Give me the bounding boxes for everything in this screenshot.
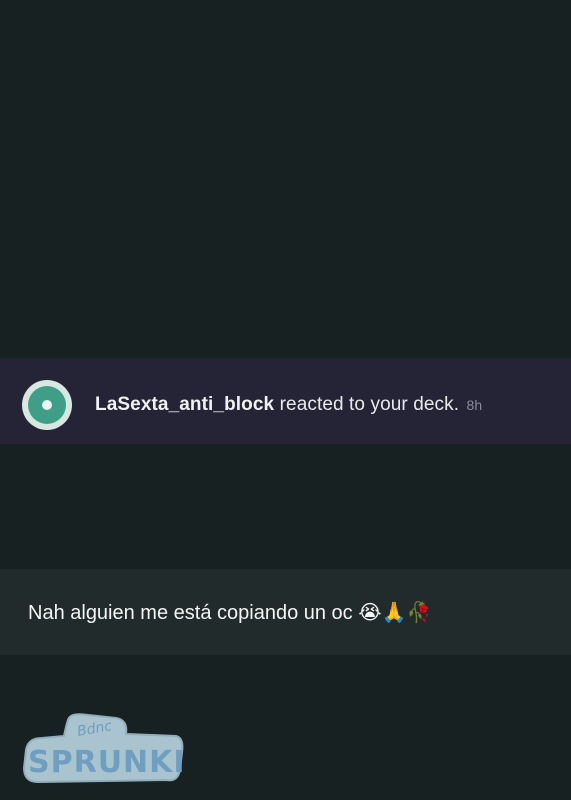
caption-text: Nah alguien me está copiando un oc 😭🙏🥀 <box>28 602 432 624</box>
avatar-dot <box>42 400 52 410</box>
sprunki-sticker-graphic: Bdnc SPRUNKI <box>22 713 186 784</box>
sprunki-sticker: Bdnc SPRUNKI <box>18 712 186 790</box>
notification-text: LaSexta_anti_block reacted to your deck.… <box>95 394 482 416</box>
avatar-ring <box>28 386 66 424</box>
notification-message: reacted to your deck. <box>274 394 460 415</box>
user-avatar[interactable] <box>22 380 72 430</box>
notification-row[interactable]: LaSexta_anti_block reacted to your deck.… <box>0 358 571 444</box>
sticker-big-text: SPRUNKI <box>28 745 186 780</box>
notification-time: 8h <box>466 397 483 413</box>
notification-username[interactable]: LaSexta_anti_block <box>95 394 274 415</box>
caption-row: Nah alguien me está copiando un oc 😭🙏🥀 <box>0 569 571 655</box>
